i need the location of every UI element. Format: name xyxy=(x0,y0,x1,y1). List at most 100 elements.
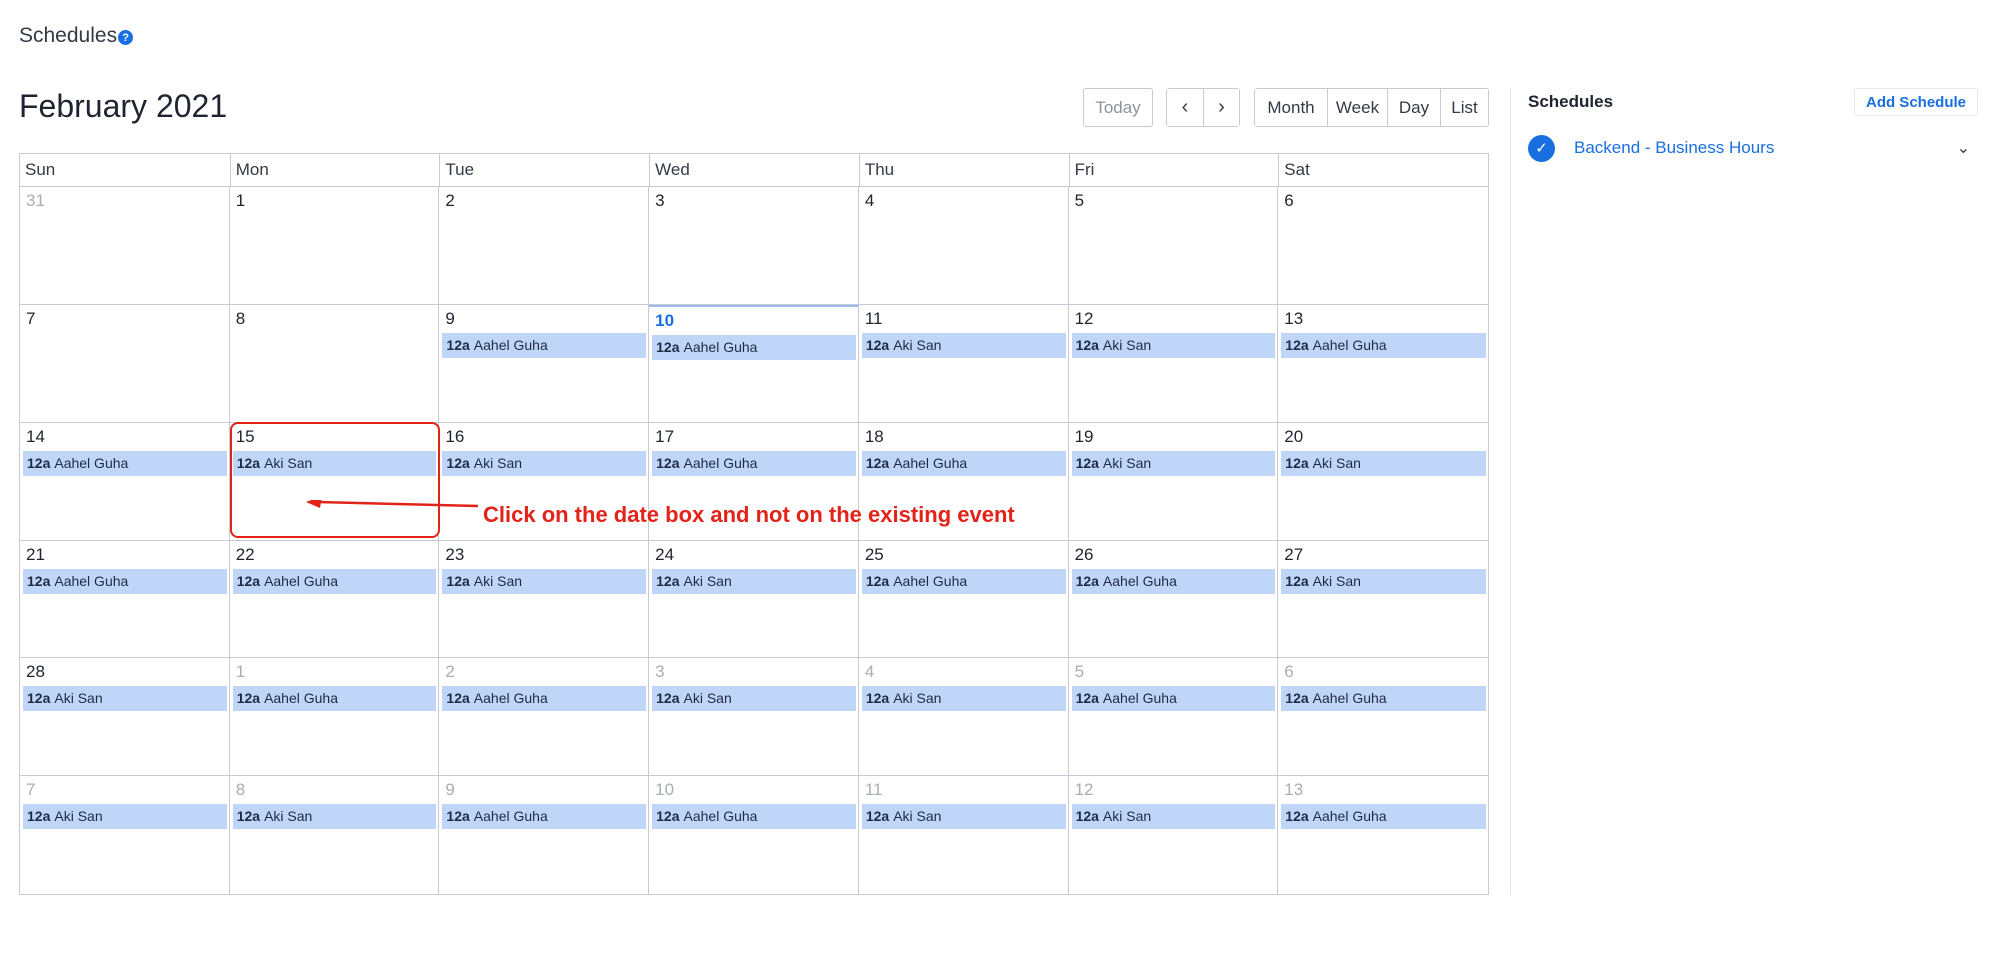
day-number[interactable]: 26 xyxy=(1069,543,1278,567)
day-cell[interactable]: 26 12a Aahel Guha xyxy=(1068,540,1279,659)
day-number[interactable]: 2 xyxy=(439,660,648,684)
day-number[interactable]: 19 xyxy=(1069,425,1278,449)
calendar-event[interactable]: 12a Aki San xyxy=(1071,332,1276,358)
day-number[interactable]: 28 xyxy=(20,660,229,684)
day-cell[interactable]: 25 12a Aahel Guha xyxy=(858,540,1069,659)
day-number[interactable]: 9 xyxy=(439,307,648,331)
calendar-event[interactable]: 12a Aahel Guha xyxy=(1281,332,1486,358)
day-number[interactable]: 5 xyxy=(1069,660,1278,684)
day-number[interactable]: 31 xyxy=(20,189,229,213)
day-number[interactable]: 8 xyxy=(230,307,439,331)
day-number[interactable]: 20 xyxy=(1278,425,1488,449)
day-cell[interactable]: 8 xyxy=(229,304,440,423)
day-cell[interactable]: 12 12a Aki San xyxy=(1069,776,1279,894)
calendar-event[interactable]: 12a Aahel Guha xyxy=(442,332,647,358)
calendar-event[interactable]: 12a Aki San xyxy=(861,804,1066,830)
day-cell[interactable]: 10 12a Aahel Guha xyxy=(649,304,859,423)
day-number[interactable]: 1 xyxy=(230,189,439,213)
day-cell[interactable]: 5 xyxy=(1068,187,1279,305)
month-view-button[interactable]: Month xyxy=(1255,89,1327,126)
day-number[interactable]: 27 xyxy=(1278,543,1488,567)
day-cell[interactable]: 21 12a Aahel Guha xyxy=(20,540,230,659)
day-cell[interactable]: 24 12a Aki San xyxy=(649,540,859,659)
day-cell[interactable]: 4 xyxy=(858,187,1069,305)
day-cell[interactable]: 3 12a Aki San xyxy=(649,658,859,777)
calendar-event[interactable]: 12a Aki San xyxy=(861,686,1066,712)
calendar-event[interactable]: 12a Aahel Guha xyxy=(442,804,647,830)
day-number[interactable]: 15 xyxy=(230,425,439,449)
calendar-event[interactable]: 12a Aki San xyxy=(442,450,647,476)
calendar-event[interactable]: 12a Aki San xyxy=(232,450,437,476)
day-number[interactable]: 7 xyxy=(20,778,229,802)
next-month-button[interactable]: › xyxy=(1203,89,1239,126)
calendar-event[interactable]: 12a Aahel Guha xyxy=(1281,804,1486,830)
calendar-event[interactable]: 12a Aki San xyxy=(442,568,647,594)
prev-month-button[interactable]: ‹ xyxy=(1167,89,1203,126)
calendar-event[interactable]: 12a Aki San xyxy=(652,686,856,712)
calendar-event[interactable]: 12a Aki San xyxy=(1071,450,1276,476)
calendar-event[interactable]: 12a Aahel Guha xyxy=(861,450,1066,476)
day-number[interactable]: 24 xyxy=(649,543,858,567)
day-cell[interactable]: 2 xyxy=(439,187,650,305)
day-cell[interactable]: 12 12a Aki San xyxy=(1068,304,1279,423)
day-cell[interactable]: 6 xyxy=(1278,187,1488,305)
day-number[interactable]: 10 xyxy=(649,309,858,333)
day-number[interactable]: 1 xyxy=(230,660,439,684)
day-cell[interactable]: 6 12a Aahel Guha xyxy=(1278,658,1488,777)
day-number[interactable]: 3 xyxy=(649,189,858,213)
day-number[interactable]: 13 xyxy=(1278,778,1488,802)
calendar-event[interactable]: 12a Aahel Guha xyxy=(652,334,856,360)
day-cell[interactable]: 7 xyxy=(20,304,230,423)
calendar-event[interactable]: 12a Aki San xyxy=(23,804,227,830)
day-number[interactable]: 11 xyxy=(859,778,1068,802)
day-cell[interactable]: 23 12a Aki San xyxy=(439,540,650,659)
day-cell[interactable]: 7 12a Aki San xyxy=(20,776,230,894)
day-number[interactable]: 12 xyxy=(1069,307,1278,331)
help-icon[interactable]: ? xyxy=(118,30,134,45)
day-number[interactable]: 23 xyxy=(439,543,648,567)
day-number[interactable]: 13 xyxy=(1278,307,1488,331)
day-number[interactable]: 12 xyxy=(1069,778,1278,802)
calendar-event[interactable]: 12a Aki San xyxy=(1281,450,1486,476)
day-cell[interactable]: 13 12a Aahel Guha xyxy=(1278,305,1488,423)
day-cell[interactable]: 10 12a Aahel Guha xyxy=(649,776,859,894)
calendar-event[interactable]: 12a Aahel Guha xyxy=(652,804,856,830)
day-number[interactable]: 25 xyxy=(859,543,1068,567)
calendar-event[interactable]: 12a Aahel Guha xyxy=(442,686,647,712)
day-cell[interactable]: 4 12a Aki San xyxy=(858,658,1069,777)
day-cell[interactable]: 20 12a Aki San xyxy=(1278,423,1488,541)
calendar-event[interactable]: 12a Aahel Guha xyxy=(232,568,437,594)
day-cell[interactable]: 27 12a Aki San xyxy=(1278,541,1488,659)
calendar-event[interactable]: 12a Aahel Guha xyxy=(861,568,1066,594)
day-cell[interactable]: 5 12a Aahel Guha xyxy=(1068,658,1279,777)
calendar-event[interactable]: 12a Aahel Guha xyxy=(652,450,856,476)
calendar-event[interactable]: 12a Aki San xyxy=(861,332,1066,358)
day-number[interactable]: 18 xyxy=(859,425,1068,449)
day-number[interactable]: 6 xyxy=(1278,660,1488,684)
schedule-name[interactable]: Backend - Business Hours xyxy=(1574,138,1957,158)
day-number[interactable]: 17 xyxy=(649,425,858,449)
day-cell[interactable]: 14 12a Aahel Guha xyxy=(20,422,230,541)
day-cell[interactable]: 13 12a Aahel Guha xyxy=(1278,776,1488,894)
schedule-item[interactable]: ✓ Backend - Business Hours ⌄ xyxy=(1528,134,1978,162)
day-number[interactable]: 11 xyxy=(859,307,1068,331)
day-number[interactable]: 16 xyxy=(439,425,648,449)
day-number[interactable]: 5 xyxy=(1069,189,1278,213)
day-number[interactable]: 9 xyxy=(439,778,648,802)
chevron-down-icon[interactable]: ⌄ xyxy=(1957,138,1970,158)
calendar-event[interactable]: 12a Aki San xyxy=(652,568,856,594)
add-schedule-button[interactable]: Add Schedule xyxy=(1854,88,1978,116)
day-view-button[interactable]: Day xyxy=(1387,89,1440,126)
day-cell[interactable]: 22 12a Aahel Guha xyxy=(229,540,440,659)
day-cell[interactable]: 9 12a Aahel Guha xyxy=(439,776,650,894)
calendar-event[interactable]: 12a Aahel Guha xyxy=(1071,568,1276,594)
day-cell[interactable]: 31 xyxy=(20,187,230,305)
day-cell[interactable]: 1 xyxy=(229,187,440,305)
today-button[interactable]: Today xyxy=(1083,88,1153,127)
day-number[interactable]: 8 xyxy=(230,778,439,802)
day-cell[interactable]: 1 12a Aahel Guha xyxy=(229,658,440,777)
week-view-button[interactable]: Week xyxy=(1327,89,1387,126)
calendar-event[interactable]: 12a Aahel Guha xyxy=(1071,686,1276,712)
day-number[interactable]: 22 xyxy=(230,543,439,567)
calendar-event[interactable]: 12a Aki San xyxy=(1281,568,1486,594)
